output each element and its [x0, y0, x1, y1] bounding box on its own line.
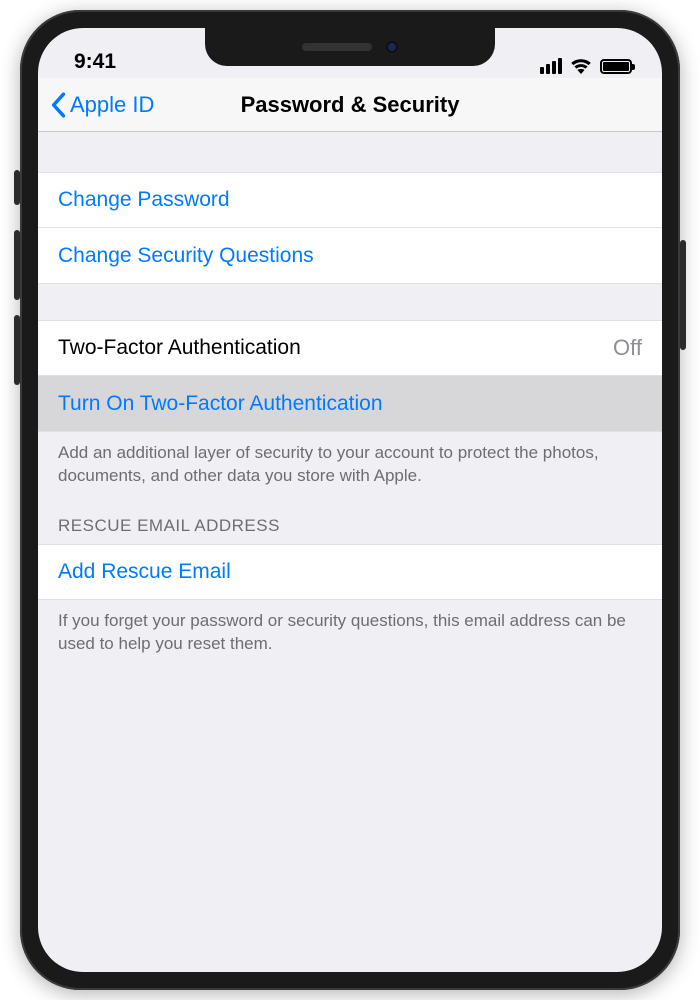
back-button[interactable]: Apple ID	[50, 92, 154, 118]
back-label: Apple ID	[70, 92, 154, 118]
notch	[205, 28, 495, 66]
rescue-email-section-header: RESCUE EMAIL ADDRESS	[38, 488, 662, 544]
change-password-row[interactable]: Change Password	[38, 172, 662, 228]
change-password-label: Change Password	[58, 188, 230, 212]
battery-icon	[600, 59, 632, 74]
screen: 9:41 Apple ID	[38, 28, 662, 972]
content-area: Change Password Change Security Question…	[38, 132, 662, 656]
add-rescue-email-label: Add Rescue Email	[58, 560, 231, 584]
volume-down-button	[14, 315, 20, 385]
turn-on-two-factor-row[interactable]: Turn On Two-Factor Authentication	[38, 376, 662, 432]
add-rescue-email-row[interactable]: Add Rescue Email	[38, 544, 662, 600]
front-camera	[386, 41, 398, 53]
wifi-icon	[570, 58, 592, 74]
rescue-email-footer-text: If you forget your password or security …	[38, 600, 662, 656]
navigation-bar: Apple ID Password & Security	[38, 78, 662, 132]
device-frame: 9:41 Apple ID	[20, 10, 680, 990]
speaker-grille	[302, 43, 372, 51]
turn-on-two-factor-label: Turn On Two-Factor Authentication	[58, 392, 383, 416]
chevron-left-icon	[50, 92, 66, 118]
change-security-questions-label: Change Security Questions	[58, 244, 314, 268]
side-button	[680, 240, 686, 350]
cellular-signal-icon	[540, 58, 562, 74]
change-security-questions-row[interactable]: Change Security Questions	[38, 228, 662, 284]
two-factor-value: Off	[613, 335, 642, 361]
two-factor-status-row[interactable]: Two-Factor Authentication Off	[38, 320, 662, 376]
status-time: 9:41	[74, 50, 154, 74]
volume-up-button	[14, 230, 20, 300]
two-factor-footer-text: Add an additional layer of security to y…	[38, 432, 662, 488]
mute-switch	[14, 170, 20, 205]
page-title: Password & Security	[241, 92, 460, 118]
two-factor-label: Two-Factor Authentication	[58, 336, 301, 360]
